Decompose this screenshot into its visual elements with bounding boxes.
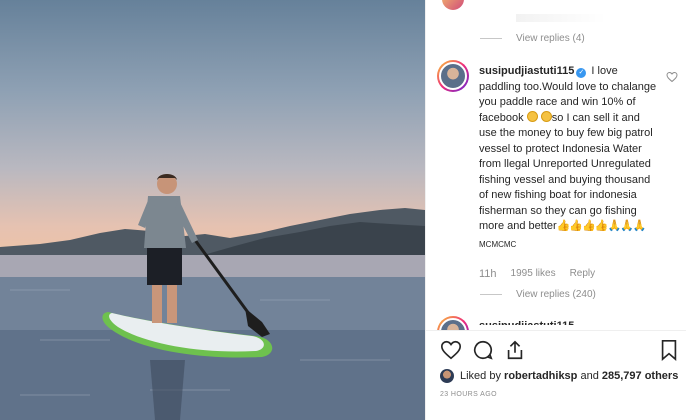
comments-panel: View replies (4) susipudjiastuti115 ✓ I l… — [425, 0, 686, 420]
view-replies-label[interactable]: View replies (240) — [516, 289, 596, 300]
liked-by: Liked by robertadhiksp and 285,797 other… — [440, 369, 678, 383]
replies-divider — [480, 38, 502, 39]
liked-by-mid: and — [580, 370, 599, 382]
post-actions: Liked by robertadhiksp and 285,797 other… — [426, 330, 686, 420]
comment-signature: MCMCMC — [479, 239, 517, 249]
comment-text-2: so I can sell it and use the money to bu… — [479, 111, 653, 233]
action-icons — [440, 339, 526, 361]
bookmark-icon[interactable] — [659, 339, 679, 361]
smiley-emoji-icon — [540, 110, 552, 122]
liked-by-user[interactable]: robertadhiksp — [504, 370, 577, 382]
share-icon[interactable] — [504, 339, 526, 361]
instagram-post: View replies (4) susipudjiastuti115 ✓ I l… — [0, 0, 686, 420]
comment-username[interactable]: susipudjiastuti115 — [479, 65, 574, 77]
post-photo[interactable] — [0, 0, 425, 420]
faded-comment — [516, 14, 606, 22]
verified-badge-icon: ✓ — [576, 68, 587, 78]
comment-heart-icon[interactable] — [666, 71, 678, 83]
paddleboard-scene — [0, 174, 425, 420]
view-replies-button[interactable]: View replies (4) — [480, 33, 585, 44]
post-time-ago[interactable]: 23 HOURS AGO — [440, 391, 497, 398]
comment-body: susipudjiastuti115 ✓ I love paddling too.… — [479, 64, 659, 252]
avatar[interactable] — [442, 0, 464, 10]
heart-icon[interactable] — [440, 339, 462, 361]
reply-button[interactable]: Reply — [570, 268, 596, 280]
view-replies-label[interactable]: View replies (4) — [516, 33, 585, 44]
comment-likes[interactable]: 1995 likes — [511, 268, 556, 280]
commenter-avatar[interactable] — [437, 60, 469, 92]
comment-icon[interactable] — [472, 339, 494, 361]
liked-by-prefix: Liked by — [460, 370, 501, 382]
view-replies-button[interactable]: View replies (240) — [480, 289, 596, 300]
comment-meta: 11h 1995 likes Reply — [479, 268, 595, 280]
liker-avatar[interactable] — [440, 369, 454, 383]
comment-time: 11h — [479, 268, 497, 280]
smiley-emoji-icon — [526, 110, 538, 122]
comment-emoji-hands: 👍👍👍👍🙏🙏🙏 — [556, 220, 647, 232]
liked-by-count[interactable]: 285,797 others — [602, 370, 678, 382]
replies-divider — [480, 294, 502, 295]
